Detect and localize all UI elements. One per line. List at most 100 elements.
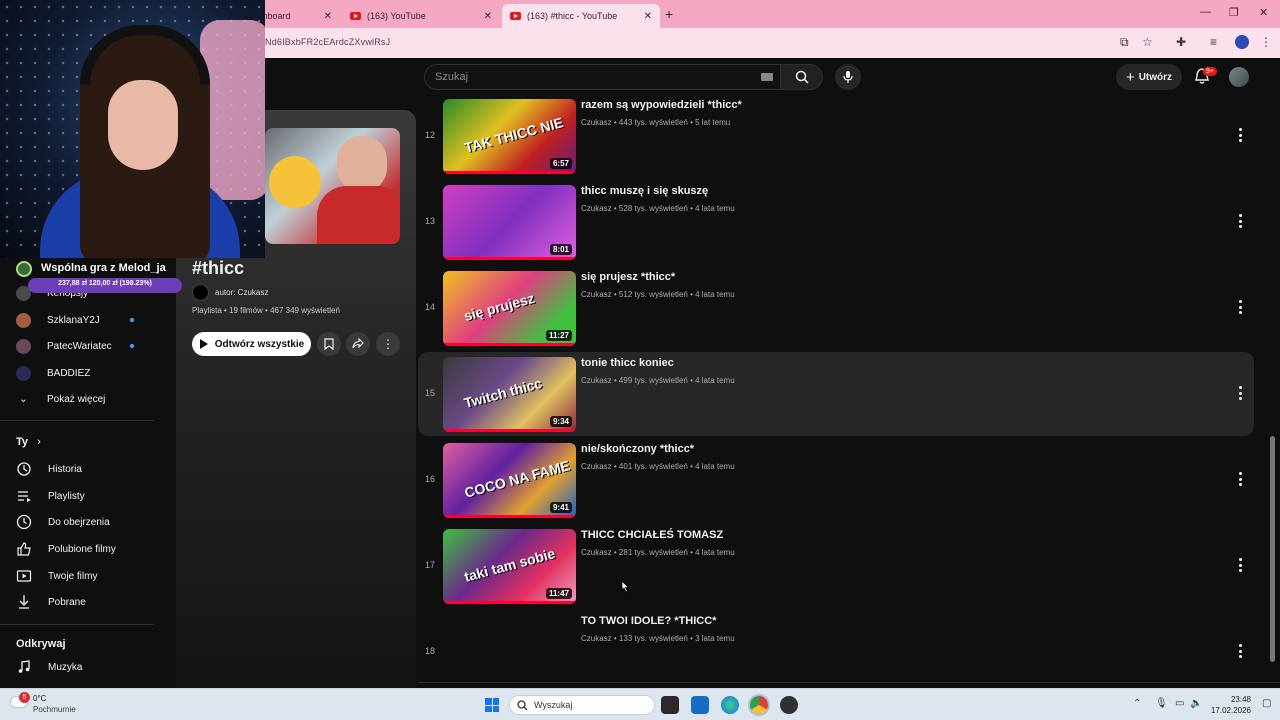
video-title[interactable]: TO TWOI IDOLE? *THICC* [581,615,716,627]
video-thumbnail[interactable]: COCO NA FAME 9:41 [443,443,576,518]
extensions-icon[interactable]: ✚ [1176,35,1186,49]
sidebar-item-music[interactable]: Muzyka [16,659,82,675]
sidebar-item-watch-later[interactable]: Do obejrzenia [16,514,110,530]
sidebar-item-subscription[interactable]: SzklanaY2J [16,311,100,329]
sidebar-item-downloads[interactable]: Pobrane [16,594,86,610]
playlist-video-row[interactable]: 15 Twitch thicc 9:34 tonie thicc koniec Czuk… [418,352,1254,436]
tab-thicc-playlist[interactable]: (163) #thicc - YouTube ✕ [502,4,660,28]
tab-label: (163) YouTube [367,11,426,21]
playlist-video-row[interactable]: 14 się prujesz 11:27 się prujesz *thicc* Czu… [418,266,1254,350]
search-icon [795,70,809,84]
close-tab-icon[interactable]: ✕ [324,11,332,22]
sidebar-item-history[interactable]: Historia [16,461,82,477]
video-title[interactable]: thicc muszę i się skuszę [581,185,708,197]
video-title[interactable]: tonie thicc koniec [581,357,674,369]
you-section-title[interactable]: Ty › [16,436,41,448]
video-thumbnail[interactable]: TAK THICC NIE 6:57 [443,99,576,174]
history-icon [17,462,31,476]
close-tab-icon[interactable]: ✕ [484,11,492,22]
playlist-video-row[interactable]: 12 TAK THICC NIE 6:57 razem są wypowiedziel… [418,94,1254,178]
browser-profile-icon[interactable] [1235,35,1249,49]
tray-overflow-icon[interactable]: ⌃ [1133,698,1141,709]
microphone-tray-icon[interactable]: 🎙 [1155,698,1168,709]
video-thumbnail[interactable]: taki tam sobie 11:47 [443,529,576,604]
sidebar-item-liked[interactable]: Polubione filmy [16,541,116,557]
outlook-icon[interactable] [691,696,709,714]
save-playlist-button[interactable] [317,332,341,356]
browser-menu-icon[interactable]: ⋮ [1260,35,1272,49]
notification-center-icon[interactable]: ▢ [1262,698,1271,709]
close-window-icon[interactable]: ✕ [1259,6,1268,19]
account-avatar[interactable] [1229,67,1249,87]
video-title[interactable]: się prujesz *thicc* [581,271,675,283]
sidebar-item-playlists[interactable]: Playlisty [16,488,85,504]
scrollbar-thumb[interactable] [1270,436,1275,662]
more-actions-button[interactable]: ⋮ [376,332,400,356]
nav-label: Muzyka [48,661,83,673]
more-vert-icon: ⋮ [382,337,394,351]
video-more-icon[interactable] [1238,128,1242,142]
show-more-label: Pokaż więcej [47,393,106,405]
channel-avatar [16,338,31,354]
playlist-video-row[interactable]: 16 COCO NA FAME 9:41 nie/skończony *thicc* C… [418,438,1254,522]
playlist-video-row[interactable]: 13 8:01 thicc muszę i się skuszę Czukasz • … [418,180,1254,264]
maximize-icon[interactable]: ❐ [1229,6,1239,19]
video-more-icon[interactable] [1238,558,1242,572]
playlist-author[interactable]: autor: Czukasz [215,288,268,297]
video-more-icon[interactable] [1238,386,1242,400]
minimize-icon[interactable]: — [1200,6,1211,18]
video-thumbnail[interactable]: 8:01 [443,185,576,260]
taskbar-search-input[interactable]: Wyszukaj [509,695,655,715]
clock-date: 17.02.2026 [1210,706,1251,715]
create-button[interactable]: + Utwórz [1116,64,1182,90]
video-duration: 6:57 [549,158,572,169]
media-controls-icon[interactable]: ≡ [1210,35,1217,49]
video-more-icon[interactable] [1238,300,1242,314]
notifications-badge: 9+ [1203,67,1217,76]
close-tab-icon[interactable]: ✕ [644,11,652,22]
video-title[interactable]: razem są wypowiedzieli *thicc* [581,99,742,111]
install-app-icon[interactable]: ⧉ [1120,35,1129,50]
sidebar-item-your-videos[interactable]: Twoje filmy [16,568,97,584]
sidebar-item-subscription[interactable]: PatecWariatec [16,337,112,355]
obs-icon[interactable] [780,696,798,714]
windows-start-icon[interactable] [485,698,499,712]
sidebar-item-subscription[interactable]: BADDIEZ [16,364,90,382]
show-more-button[interactable]: ⌄ Pokaż więcej [16,390,105,408]
playlist-title: #thicc [192,258,245,278]
task-view-icon[interactable] [661,696,679,714]
voice-search-button[interactable] [835,64,861,90]
bookmark-star-icon[interactable]: ☆ [1142,35,1153,49]
streamer-face [108,80,178,170]
volume-icon[interactable]: 🔈 [1190,698,1202,709]
edge-icon[interactable] [721,696,739,714]
goal-progress-bar: 237,88 zł 120,00 zł (198.23%) [28,278,182,293]
sidebar-divider [0,624,154,625]
taskbar-search-placeholder: Wyszukaj [534,700,573,710]
tab-youtube[interactable]: (163) YouTube ✕ [342,4,500,28]
video-index: 16 [424,474,435,484]
system-clock[interactable]: 23:48 17.02.2026 [1207,694,1251,716]
video-more-icon[interactable] [1238,472,1242,486]
video-more-icon[interactable] [1238,214,1242,228]
playlist-video-row[interactable]: 17 taki tam sobie 11:47 THICC CHCIAŁEŚ TOMA… [418,524,1254,608]
network-icon[interactable]: ▭ [1175,698,1184,709]
author-avatar[interactable] [192,284,209,301]
new-tab-icon[interactable]: + [665,6,673,22]
search-button[interactable] [780,64,823,90]
url-text[interactable]: Nd6IBxbFR2cEArdcZXvwlRsJ [265,37,390,47]
video-thumbnail[interactable]: się prujesz 11:27 [443,271,576,346]
keyboard-icon[interactable] [761,73,773,81]
weather-badge: 5 [19,692,30,703]
share-button[interactable] [346,332,370,356]
video-title[interactable]: nie/skończony *thicc* [581,443,694,455]
chrome-icon[interactable] [750,696,768,714]
video-title[interactable]: THICC CHCIAŁEŚ TOMASZ [581,529,723,541]
video-meta: Czukasz • 443 tys. wyświetleń • 5 lat te… [581,118,731,127]
playlist-thumbnail[interactable] [265,128,400,244]
video-thumbnail[interactable]: Twitch thicc 9:34 [443,357,576,432]
video-more-icon[interactable] [1238,644,1242,658]
bookmark-icon [324,338,334,350]
play-all-button[interactable]: Odtwórz wszystkie [192,332,311,356]
search-input[interactable]: Szukaj [424,64,788,90]
